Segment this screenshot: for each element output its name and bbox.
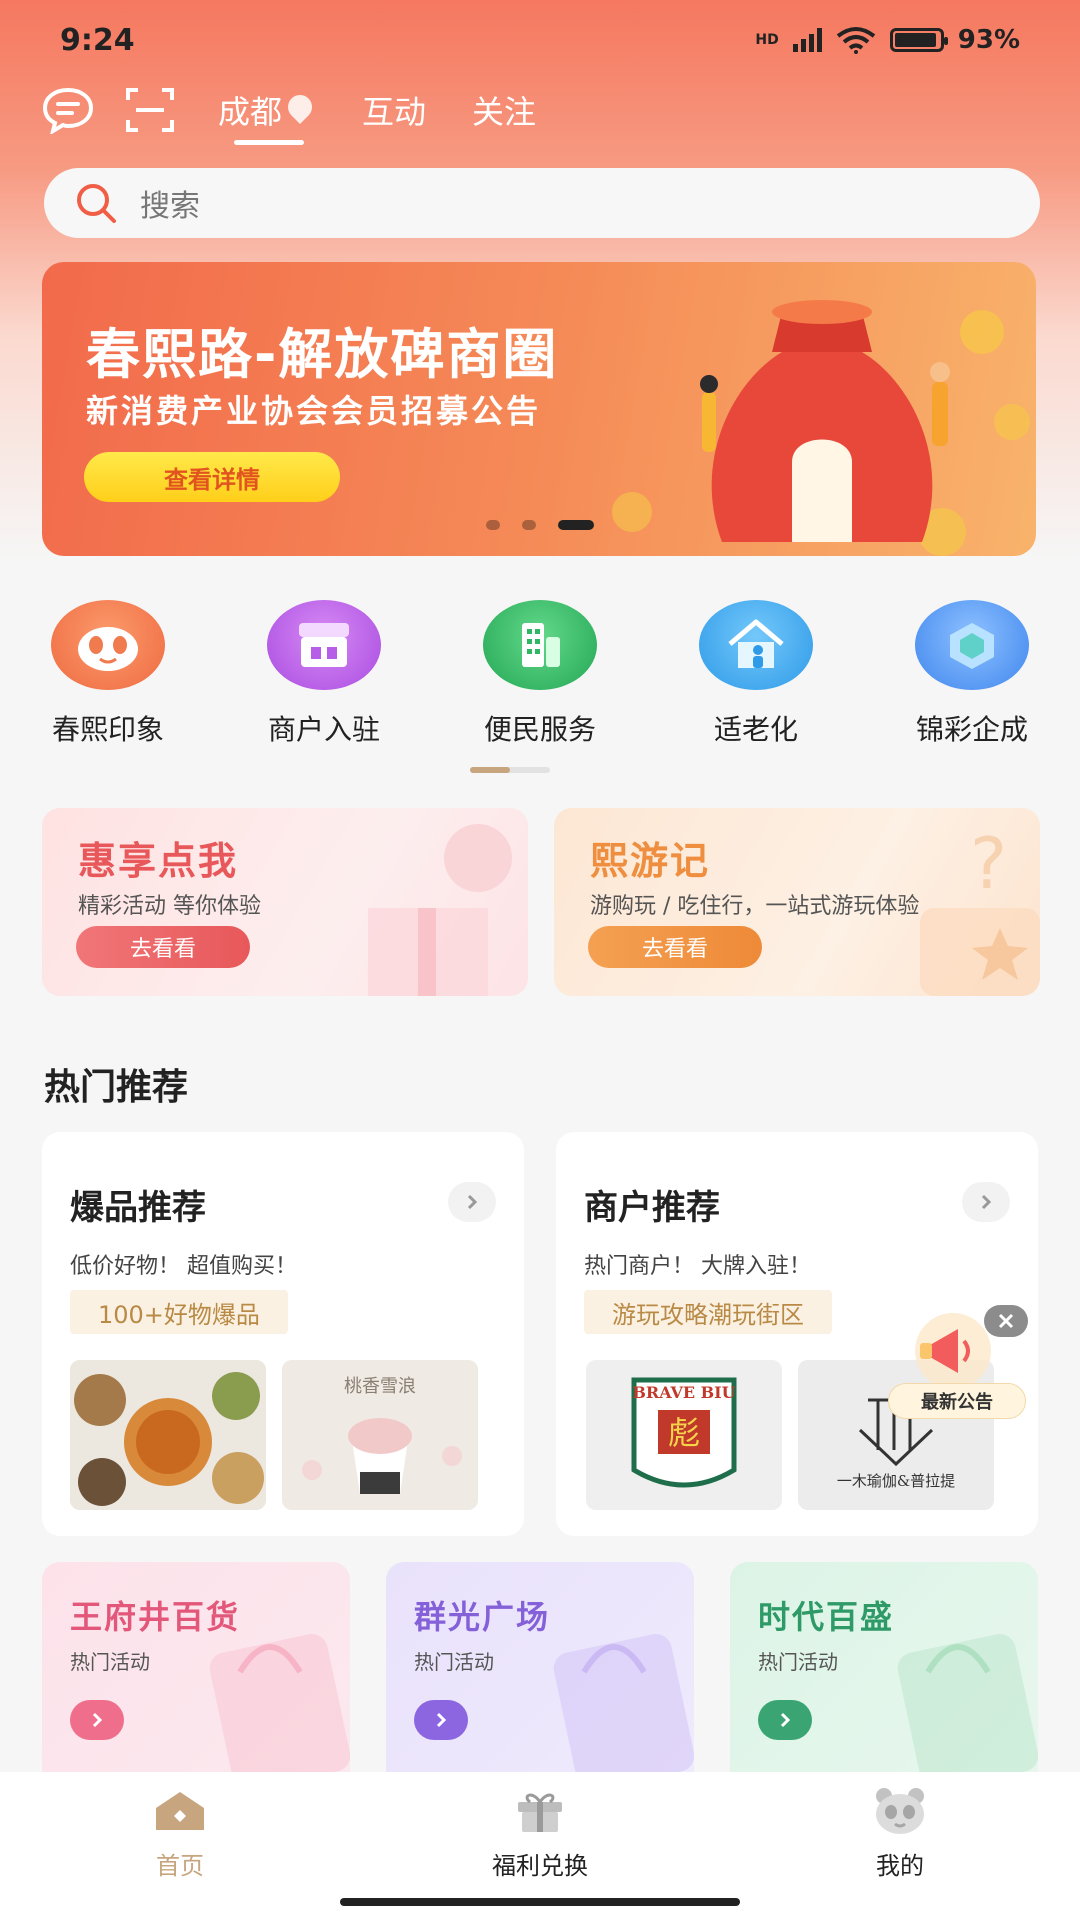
quick-entry-label: 适老化 [713,713,798,746]
battery-percent: 93% [957,25,1020,55]
bottom-nav-label: 首页 [156,1852,204,1880]
quick-entry-label: 锦彩企成 [915,713,1028,746]
search-icon [77,184,116,223]
top-nav: 成都 互动 关注 [40,80,582,145]
wifi-icon [836,27,875,54]
bottom-nav-profile[interactable]: 我的 [720,1772,1080,1920]
promo-card-benefits[interactable]: 惠享点我 精彩活动 等你体验 去看看 [42,808,528,996]
mall-subtitle: 热门活动 [758,1650,838,1674]
dessert-image[interactable]: 桃香雪浪 [282,1360,478,1510]
banner-dot[interactable] [522,520,536,530]
quick-entry-label: 春熙印象 [51,713,164,746]
building-icon [483,600,597,690]
mall-subtitle: 热门活动 [70,1650,150,1674]
mall-card-qunguang[interactable]: 群光广场 热门活动 [386,1562,694,1782]
dessert-brand-text: 桃香雪浪 [344,1376,416,1397]
banner-title: 春熙路-解放碑商圈 [86,323,559,386]
quick-entry-label: 商户入驻 [267,713,380,746]
svg-text:彪: 彪 [668,1414,700,1452]
mall-title: 王府井百货 [70,1598,241,1636]
gift-icon [518,1793,562,1832]
message-icon[interactable] [40,82,96,138]
promo-card-travel[interactable]: ? 熙游记 游购玩 / 吃住行，一站式游玩体验 去看看 [554,808,1040,996]
home-icon [156,1792,204,1830]
bottom-nav-label: 福利兑换 [492,1852,588,1880]
status-time: 9:24 [60,22,135,58]
cube-icon [915,600,1029,690]
mall-subtitle: 热门活动 [414,1650,494,1674]
home-indicator [340,1898,740,1906]
promo-go-button[interactable]: 去看看 [588,926,762,968]
banner-detail-button[interactable]: 查看详情 [84,452,340,502]
tab-follow[interactable]: 关注 [472,87,536,133]
brave-biu-logo[interactable]: BRAVE BIU 彪 [586,1360,782,1510]
chevron-right-icon[interactable] [962,1182,1010,1222]
promo-subtitle: 游购玩 / 吃住行，一站式游玩体验 [590,894,920,919]
promo-banner[interactable]: 春熙路-解放碑商圈 新消费产业协会会员招募公告 查看详情 [42,262,1036,556]
signal-icon [792,28,822,52]
quick-entry-elder-friendly[interactable]: 适老化 [648,600,864,750]
location-icon [283,90,317,124]
banner-dot-active[interactable] [558,520,594,530]
mall-title: 时代百盛 [758,1598,895,1636]
recommend-tag: 游玩攻略潮玩街区 [584,1290,832,1334]
yimu-text: 一木瑜伽&普拉提 [837,1472,955,1490]
search-placeholder: 搜索 [140,189,200,224]
food-platter-image[interactable] [70,1360,266,1510]
close-icon[interactable] [984,1305,1028,1337]
status-bar: 9:24 HD 93% [0,0,1080,80]
bottom-nav-label: 我的 [876,1852,924,1880]
quick-entry-scroll-indicator [470,767,550,773]
recommend-title: 爆品推荐 [70,1188,206,1228]
recommend-card-hot-items[interactable]: 爆品推荐 低价好物！ 超值购买！ 100+好物爆品 桃香雪浪 [42,1132,524,1536]
panda-face-icon [876,1788,924,1834]
arrow-right-icon[interactable] [414,1700,468,1740]
banner-dot[interactable] [486,520,500,530]
scan-icon[interactable] [122,82,178,138]
bottom-nav-home[interactable]: 首页 [0,1772,360,1920]
gift-planet-illustration [368,824,512,996]
quick-entry-services[interactable]: 便民服务 [432,600,648,750]
svg-text:?: ? [970,823,1007,905]
recommend-subtitle: 热门商户！ 大牌入驻！ [584,1254,811,1279]
quick-entry-chunxi[interactable]: 春熙印象 [0,600,216,750]
promo-go-button[interactable]: 去看看 [76,926,250,968]
tab-interaction[interactable]: 互动 [362,87,426,133]
store-icon [267,600,381,690]
banner-subtitle: 新消费产业协会会员招募公告 [86,392,542,430]
recommend-subtitle: 低价好物！ 超值购买！ [70,1254,297,1279]
quick-entry-grid: 春熙印象 商户入驻 便民服务 适老化 锦彩企成 [0,600,1080,750]
promo-subtitle: 精彩活动 等你体验 [78,894,261,919]
mall-title: 群光广场 [414,1598,551,1636]
notice-label: 最新公告 [888,1383,1026,1419]
mall-card-shidai[interactable]: 时代百盛 热门活动 [730,1562,1038,1782]
active-tab-indicator [234,140,304,145]
arrow-right-icon[interactable] [70,1700,124,1740]
elder-home-icon [699,600,813,690]
recommend-title: 商户推荐 [584,1188,720,1228]
recommend-tag: 100+好物爆品 [70,1290,288,1334]
quick-entry-enterprise[interactable]: 锦彩企成 [864,600,1080,750]
mall-card-wangfujing[interactable]: 王府井百货 热门活动 [42,1562,350,1782]
promo-title: 熙游记 [590,839,711,883]
latest-notice-float[interactable]: 最新公告 [888,1305,1028,1419]
search-bar[interactable]: 搜索 [44,168,1040,238]
arrow-right-icon[interactable] [758,1700,812,1740]
chevron-right-icon[interactable] [448,1182,496,1222]
banner-illustration [612,300,1030,556]
status-icons: HD 93% [755,25,1020,55]
tab-city[interactable]: 成都 [218,87,317,145]
banner-pagination [486,520,594,530]
quick-entry-merchant-join[interactable]: 商户入驻 [216,600,432,750]
city-name: 成都 [218,93,283,131]
brave-biu-text: BRAVE BIU [632,1383,735,1402]
network-label: HD [755,32,779,48]
quick-entry-label: 便民服务 [483,713,596,746]
section-title-hot: 热门推荐 [44,1067,189,1108]
battery-icon [889,28,948,52]
promo-title: 惠享点我 [78,839,239,883]
panda-icon [51,600,165,690]
